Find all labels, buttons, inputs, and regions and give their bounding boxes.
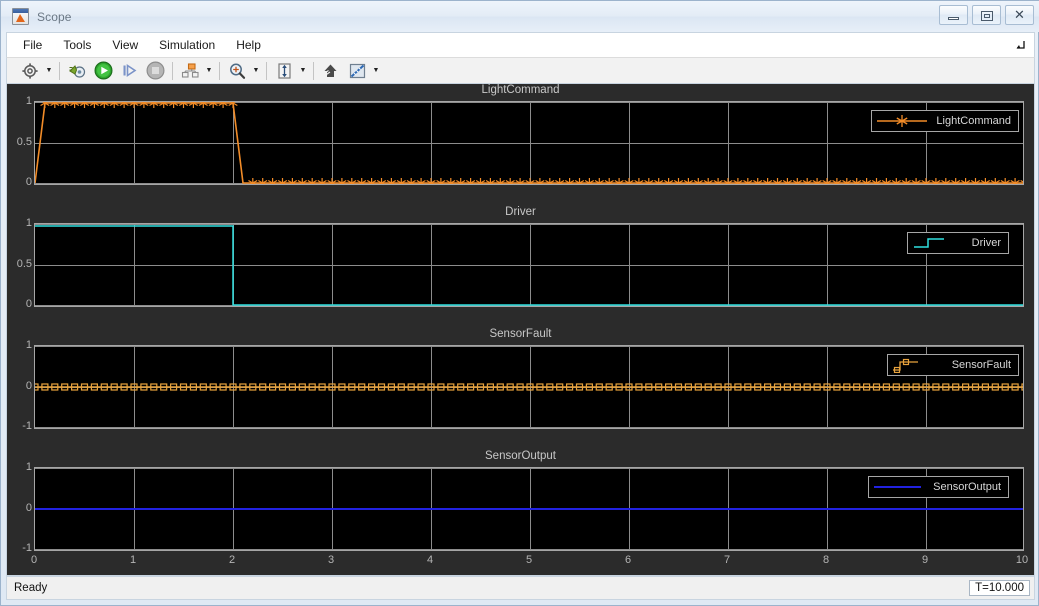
layout-button[interactable] [178,59,202,82]
ytick-sensor-fault-0: 0 [25,380,32,392]
legend-sensor-output[interactable]: SensorOutput [868,476,1009,498]
plot-sensor-fault: SensorFault SensorFault 1 0 -1 [7,328,1034,450]
xtick-4: 4 [426,554,434,566]
legend-label-sensor-output: SensorOutput [933,481,1001,493]
expand-arrow-icon[interactable] [1014,39,1026,51]
xtick-7: 7 [723,554,731,566]
menu-item-file[interactable]: File [14,35,51,55]
menu-item-tools[interactable]: Tools [54,35,100,55]
measurements-dropdown-arrow-icon[interactable]: ▼ [370,59,382,82]
ytick-light-command-0.5: 0.5 [16,136,32,148]
zoom-dropdown-arrow-icon[interactable]: ▼ [250,59,262,82]
plot-light-command: LightCommand LightCommand 1 0.5 0 [7,84,1034,206]
autoscale-dropdown-arrow-icon[interactable]: ▼ [297,59,309,82]
window-title: Scope [37,9,72,24]
step-forward-button[interactable] [117,59,141,82]
configuration-dropdown-arrow-icon[interactable]: ▼ [43,59,55,82]
plot-driver: Driver Driver 1 0.5 0 [7,206,1034,328]
configuration-properties-button[interactable] [18,59,42,82]
plot-title-sensor-fault: SensorFault [489,328,552,340]
xtick-9: 9 [921,554,929,566]
menu-item-simulation[interactable]: Simulation [150,35,224,55]
run-button[interactable] [91,59,115,82]
measurements-button[interactable] [345,59,369,82]
xtick-6: 6 [624,554,632,566]
minimize-button[interactable] [939,5,968,25]
plot-title-sensor-output: SensorOutput [485,450,556,462]
legend-driver[interactable]: Driver [906,232,1009,254]
menu-item-help[interactable]: Help [227,35,270,55]
scope-window: Scope ✕ File Tools View Simulation Help [0,0,1039,606]
status-bar: Ready T=10.000 [6,576,1035,600]
series-driver [35,225,1023,306]
xtick-2: 2 [228,554,236,566]
series-sensor-fault [35,383,1023,391]
simulation-time-display: T=10.000 [969,580,1030,596]
legend-label-driver: Driver [971,237,1001,249]
xtick-1: 1 [129,554,137,566]
autoscale-button[interactable] [272,59,296,82]
axes-sensor-fault[interactable]: SensorFault [34,345,1024,429]
xtick-0: 0 [30,554,38,566]
minimize-icon [948,17,959,20]
window-controls: ✕ [939,5,1034,25]
legend-swatch-sensor-output [873,479,925,495]
highlight-signal-button[interactable] [319,59,343,82]
ytick-sensor-fault-1: 1 [25,339,32,351]
xtick-10: 10 [1015,554,1029,566]
legend-swatch-sensor-fault [892,357,944,373]
legend-swatch-driver [912,235,964,251]
status-text: Ready [14,582,48,594]
axes-sensor-output[interactable]: SensorOutput [34,467,1024,551]
toolbar-separator [219,61,220,80]
toolbar-separator [59,61,60,80]
legend-label-sensor-fault: SensorFault [951,359,1011,371]
toolbar-separator [313,61,314,80]
close-button[interactable]: ✕ [1005,5,1034,25]
ytick-driver-0: 0 [25,298,32,310]
matlab-scope-icon [12,8,29,25]
x-axis-tick-labels: 0 1 2 3 4 5 6 7 8 9 10 [30,554,1028,572]
ytick-sensor-output-1: 1 [25,461,32,473]
xtick-8: 8 [822,554,830,566]
maximize-icon [981,11,993,21]
update-model-button[interactable] [65,59,89,82]
toolbar-separator [266,61,267,80]
plot-title-driver: Driver [505,206,536,218]
stop-button[interactable] [143,59,167,82]
xtick-3: 3 [327,554,335,566]
plot-sensor-output: SensorOutput SensorOutput 1 0 -1 0 1 2 3… [7,450,1034,576]
layout-dropdown-arrow-icon[interactable]: ▼ [203,59,215,82]
legend-label-light-command: LightCommand [936,115,1011,127]
ytick-sensor-output--1: -1 [22,542,32,554]
ytick-driver-0.5: 0.5 [16,258,32,270]
ytick-driver-1: 1 [25,217,32,229]
ytick-sensor-output-0: 0 [25,502,32,514]
ytick-light-command-1: 1 [25,95,32,107]
menu-item-view[interactable]: View [103,35,147,55]
axes-light-command[interactable]: LightCommand [34,101,1024,185]
ytick-sensor-fault--1: -1 [22,420,32,432]
title-bar: Scope ✕ [1,1,1039,32]
xtick-5: 5 [525,554,533,566]
plot-title-light-command: LightCommand [481,84,560,96]
tool-bar: ▼ ▼ ▼ ▼ ▼ [6,57,1035,84]
legend-sensor-fault[interactable]: SensorFault [886,354,1019,376]
axes-driver[interactable]: Driver [34,223,1024,307]
ytick-light-command-0: 0 [25,176,32,188]
zoom-button[interactable] [225,59,249,82]
menu-bar: File Tools View Simulation Help [6,32,1035,57]
scope-plot-canvas: LightCommand LightCommand 1 0.5 0 Driver… [6,84,1035,576]
maximize-button[interactable] [972,5,1001,25]
legend-light-command[interactable]: LightCommand [871,110,1019,132]
legend-swatch-light-command [876,113,928,129]
close-icon: ✕ [1014,7,1025,22]
toolbar-separator [172,61,173,80]
